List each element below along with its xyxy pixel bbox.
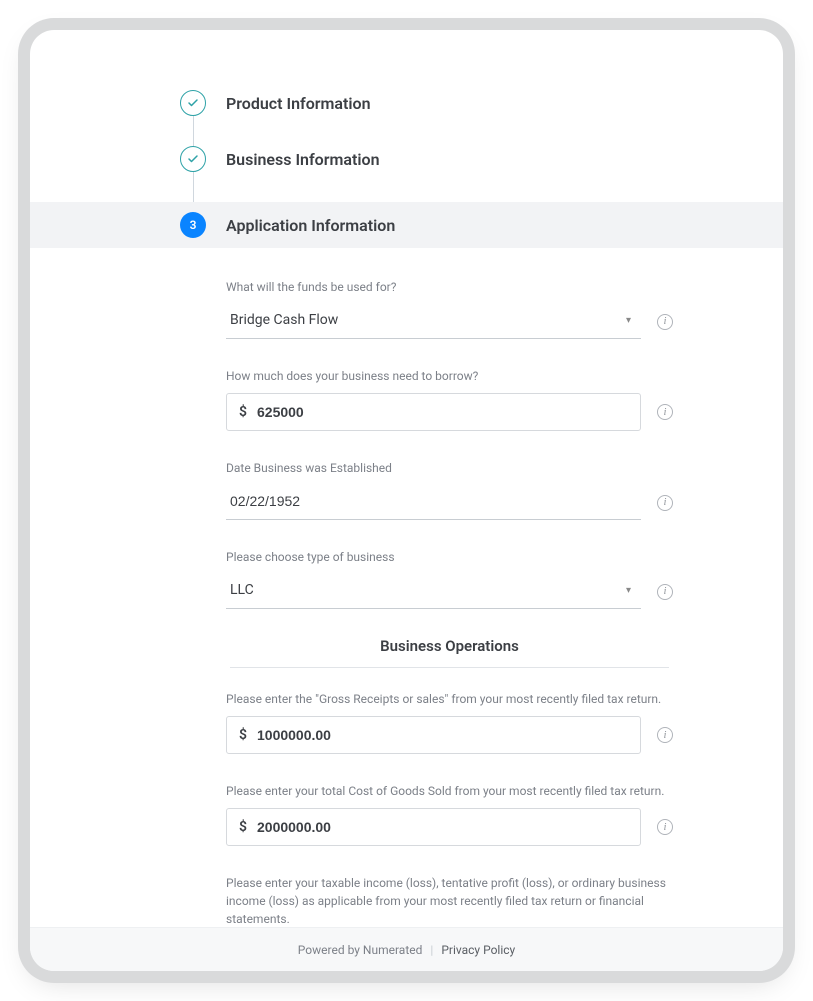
field-taxable-income: Please enter your taxable income (loss),…: [226, 874, 673, 927]
cogs-input[interactable]: [257, 819, 628, 835]
business-type-select[interactable]: LLC ▾: [226, 574, 641, 609]
info-icon[interactable]: i: [657, 819, 673, 835]
borrow-amount-input[interactable]: [257, 404, 628, 420]
stepper: Product Information Business Information…: [180, 90, 673, 248]
dollar-icon: $: [239, 727, 247, 743]
check-icon: [180, 90, 206, 116]
field-funds-use: What will the funds be used for? Bridge …: [226, 278, 673, 339]
privacy-policy-link[interactable]: Privacy Policy: [441, 943, 515, 957]
field-label: What will the funds be used for?: [226, 278, 673, 296]
dollar-icon: $: [239, 819, 247, 835]
established-date-input[interactable]: [226, 485, 641, 520]
select-value: LLC: [230, 582, 254, 598]
info-icon[interactable]: i: [657, 404, 673, 420]
step-business[interactable]: Business Information: [180, 146, 673, 202]
step-product[interactable]: Product Information: [180, 90, 673, 146]
footer: Powered by Numerated | Privacy Policy: [30, 927, 783, 971]
field-label: How much does your business need to borr…: [226, 367, 673, 385]
field-label: Please enter your taxable income (loss),…: [226, 874, 673, 927]
gross-receipts-input[interactable]: [257, 727, 628, 743]
step-label: Application Information: [226, 216, 395, 235]
field-borrow-amount: How much does your business need to borr…: [226, 367, 673, 431]
info-icon[interactable]: i: [657, 495, 673, 511]
funds-use-select[interactable]: Bridge Cash Flow ▾: [226, 304, 641, 339]
dollar-icon: $: [239, 404, 247, 420]
info-icon[interactable]: i: [657, 584, 673, 600]
step-application[interactable]: 3 Application Information: [30, 202, 783, 248]
field-label: Date Business was Established: [226, 459, 673, 477]
info-icon[interactable]: i: [657, 314, 673, 330]
field-established-date: Date Business was Established i: [226, 459, 673, 520]
cogs-input-wrapper: $: [226, 808, 641, 846]
chevron-down-icon: ▾: [626, 585, 631, 596]
field-label: Please enter the "Gross Receipts or sale…: [226, 690, 673, 708]
powered-by-text: Powered by Numerated: [298, 943, 423, 957]
field-label: Please enter your total Cost of Goods So…: [226, 782, 673, 800]
business-operations-heading: Business Operations: [230, 637, 669, 668]
step-label: Business Information: [226, 150, 380, 169]
field-business-type: Please choose type of business LLC ▾ i: [226, 548, 673, 609]
select-value: Bridge Cash Flow: [230, 312, 338, 328]
app-frame: Product Information Business Information…: [30, 30, 783, 971]
main-content: Product Information Business Information…: [30, 30, 783, 927]
info-icon[interactable]: i: [657, 727, 673, 743]
field-cogs: Please enter your total Cost of Goods So…: [226, 782, 673, 846]
chevron-down-icon: ▾: [626, 315, 631, 326]
check-icon: [180, 146, 206, 172]
application-form: What will the funds be used for? Bridge …: [226, 278, 673, 927]
gross-receipts-input-wrapper: $: [226, 716, 641, 754]
footer-divider: |: [430, 943, 433, 957]
step-current-number: 3: [180, 212, 206, 238]
field-label: Please choose type of business: [226, 548, 673, 566]
step-label: Product Information: [226, 94, 371, 113]
field-gross-receipts: Please enter the "Gross Receipts or sale…: [226, 690, 673, 754]
borrow-amount-input-wrapper: $: [226, 393, 641, 431]
